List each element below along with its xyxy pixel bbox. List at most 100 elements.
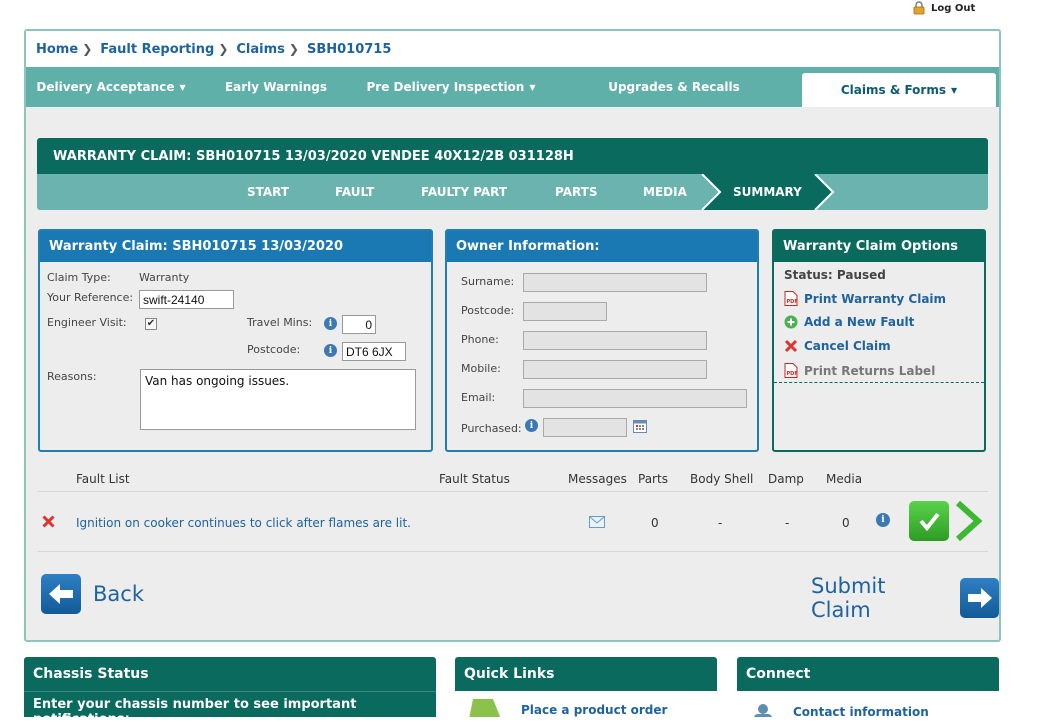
connect-body: Contact information — [737, 691, 999, 717]
back-label: Back — [93, 582, 144, 606]
chassis-status-title: Chassis Status — [33, 666, 149, 682]
col-damp: Damp — [768, 472, 804, 486]
col-body-shell: Body Shell — [690, 472, 754, 486]
svg-text:PDF: PDF — [787, 371, 798, 377]
connect-panel: Connect Contact information — [737, 657, 999, 717]
postcode-label: Postcode: — [247, 343, 301, 356]
chevron-right-icon[interactable] — [954, 501, 984, 541]
approve-check-button[interactable] — [909, 501, 949, 541]
owner-info-box: Owner Information: Surname: Postcode: Ph… — [445, 229, 759, 452]
main-nav: Delivery Acceptance ▼ Early Warnings Pre … — [26, 67, 999, 107]
chassis-status-subtitle: Enter your chassis number to see importa… — [24, 691, 436, 727]
col-media: Media — [826, 472, 863, 486]
surname-field — [523, 273, 707, 292]
submit-label: Submit Claim — [811, 574, 886, 622]
info-icon[interactable]: i — [324, 344, 337, 357]
step-faulty-part[interactable]: FAULTY PART — [421, 174, 507, 210]
breadcrumb-fault-reporting[interactable]: Fault Reporting — [100, 42, 214, 57]
caret-down-icon: ▼ — [529, 82, 536, 92]
claim-type-value: Warranty — [139, 271, 190, 284]
engineer-visit-label: Engineer Visit: — [47, 316, 127, 329]
claim-options-title: Warranty Claim Options — [774, 231, 984, 262]
divider — [774, 382, 984, 383]
info-icon[interactable]: i — [876, 513, 890, 527]
mobile-label: Mobile: — [461, 362, 501, 375]
claim-type-label: Claim Type: — [47, 271, 111, 284]
col-fault-status: Fault Status — [439, 472, 510, 486]
back-button[interactable]: Back — [41, 574, 144, 614]
purchased-field — [543, 418, 627, 437]
col-parts: Parts — [638, 472, 668, 486]
logout-label: Log Out — [931, 2, 976, 14]
media-count: 0 — [842, 516, 850, 530]
connect-contact-link[interactable]: Contact information — [793, 705, 929, 717]
step-summary[interactable]: SUMMARY — [733, 174, 802, 210]
nav-label: Pre Delivery Inspection — [366, 80, 525, 94]
warranty-claim-box: Warranty Claim: SBH010715 13/03/2020 Cla… — [38, 229, 433, 452]
delete-icon[interactable] — [42, 515, 55, 528]
claim-options-box: Warranty Claim Options Status: Paused PD… — [772, 229, 986, 452]
step-arrow — [701, 174, 835, 210]
plus-circle-icon — [784, 315, 798, 329]
divider — [38, 551, 988, 552]
calendar-icon[interactable] — [633, 419, 647, 433]
reference-input[interactable] — [139, 290, 234, 309]
breadcrumb-current[interactable]: SBH010715 — [307, 42, 391, 57]
email-field — [523, 389, 747, 408]
arrow-right-icon — [960, 578, 999, 618]
step-bar: START FAULT FAULTY PART PARTS MEDIA SUMM… — [37, 174, 988, 210]
caret-down-icon: ▼ — [950, 85, 958, 95]
chevron-right-icon: ❯ — [288, 42, 299, 56]
cancel-claim-link[interactable]: Cancel Claim — [784, 339, 891, 353]
claim-title: WARRANTY CLAIM: SBH010715 13/03/2020 VEN… — [37, 138, 988, 174]
postcode-input[interactable] — [342, 342, 406, 361]
travel-mins-label: Travel Mins: — [247, 316, 313, 329]
mobile-field — [523, 360, 707, 379]
travel-mins-input[interactable] — [342, 315, 376, 334]
print-warranty-claim-link[interactable]: PDF Print Warranty Claim — [784, 291, 946, 306]
svg-text:PDF: PDF — [787, 299, 798, 305]
breadcrumb-claims[interactable]: Claims — [236, 42, 285, 57]
step-start[interactable]: START — [247, 174, 289, 210]
breadcrumb: Home ❯ Fault Reporting ❯ Claims ❯ SBH010715 — [26, 31, 999, 67]
info-icon[interactable]: i — [525, 419, 538, 432]
nav-delivery-acceptance[interactable]: Delivery Acceptance ▼ — [26, 67, 196, 107]
contacts-icon — [754, 704, 772, 717]
fault-description-link[interactable]: Ignition on cooker continues to click af… — [76, 516, 411, 530]
nav-upgrades-recalls[interactable]: Upgrades & Recalls — [546, 67, 802, 107]
chevron-right-icon: ❯ — [82, 42, 93, 56]
reasons-textarea[interactable]: Van has ongoing issues. — [140, 369, 416, 430]
info-icon[interactable]: i — [324, 317, 337, 330]
owner-postcode-field — [523, 302, 607, 321]
nav-early-warnings[interactable]: Early Warnings — [196, 67, 356, 107]
print-returns-label-link[interactable]: PDF Print Returns Label — [784, 363, 935, 378]
breadcrumb-home[interactable]: Home — [36, 42, 78, 57]
envelope-icon[interactable] — [589, 516, 605, 528]
chevron-right-icon: ❯ — [218, 42, 229, 56]
close-icon — [784, 339, 798, 353]
option-label: Add a New Fault — [804, 315, 915, 329]
phone-label: Phone: — [461, 333, 499, 346]
surname-label: Surname: — [461, 275, 515, 288]
col-messages: Messages — [568, 472, 627, 486]
engineer-visit-checkbox[interactable]: ✔ — [145, 318, 157, 330]
nav-label: Early Warnings — [224, 80, 328, 94]
reasons-label: Reasons: — [47, 370, 97, 383]
quick-links-title: Quick Links — [464, 666, 555, 682]
step-media[interactable]: MEDIA — [643, 174, 687, 210]
nav-claims-forms[interactable]: Claims & Forms ▼ — [802, 73, 996, 107]
reference-label: Your Reference: — [47, 291, 134, 304]
step-parts[interactable]: PARTS — [555, 174, 598, 210]
damp-value: - — [785, 516, 790, 530]
email-label: Email: — [461, 391, 496, 404]
quick-link-product-order[interactable]: Place a product order — [521, 703, 667, 717]
pdf-icon: PDF — [784, 363, 798, 378]
nav-pre-delivery-inspection[interactable]: Pre Delivery Inspection ▼ — [356, 67, 546, 107]
submit-claim-button[interactable]: Submit Claim — [811, 574, 999, 622]
option-label: Print Returns Label — [804, 363, 936, 378]
logout-link[interactable]: Log Out — [912, 0, 975, 16]
step-fault[interactable]: FAULT — [335, 174, 374, 210]
pdf-icon: PDF — [784, 291, 798, 306]
add-new-fault-link[interactable]: Add a New Fault — [784, 315, 914, 329]
caret-down-icon: ▼ — [179, 82, 186, 92]
